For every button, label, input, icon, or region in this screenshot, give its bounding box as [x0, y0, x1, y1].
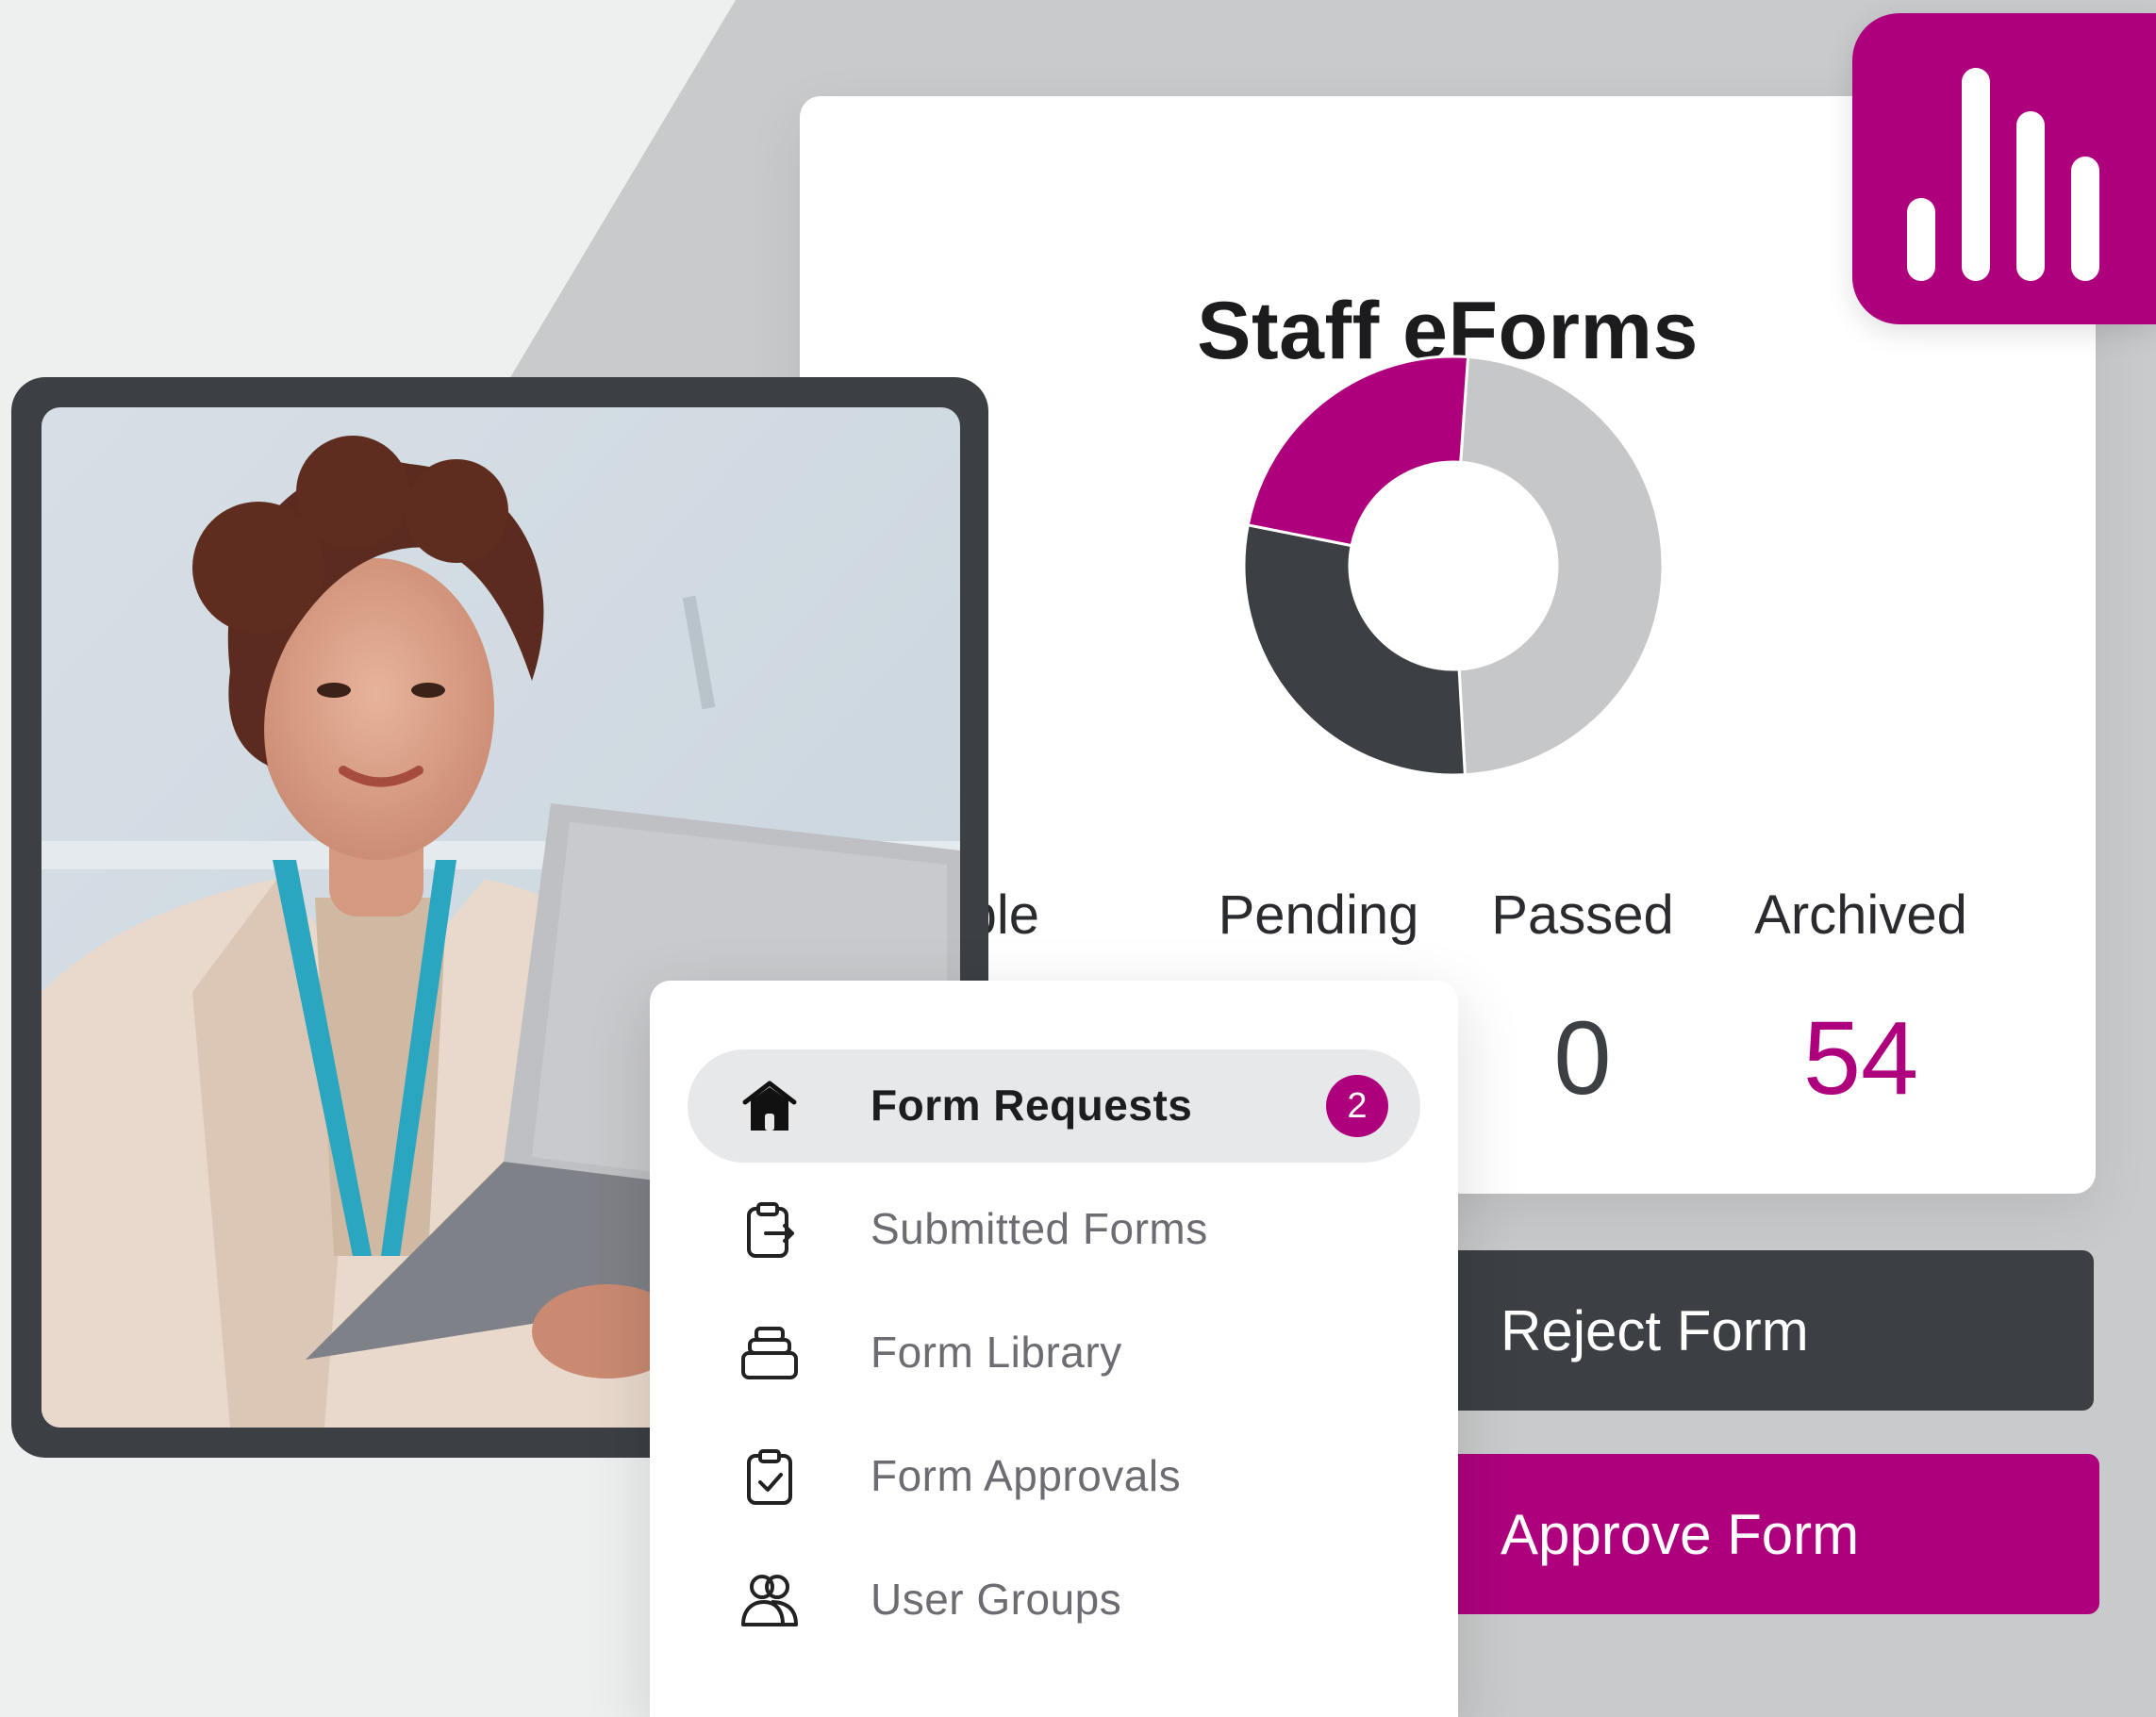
stat-passed: Passed 0 — [1460, 883, 1705, 1118]
app-logo — [1852, 13, 2156, 324]
stat-archived: Archived 54 — [1738, 883, 1983, 1118]
menu-item-form-approvals-label: Form Approvals — [871, 1451, 1182, 1500]
menu-item-form-approvals[interactable]: Form Approvals — [688, 1420, 1420, 1533]
reject-form-button[interactable]: Reject Form — [1446, 1250, 2094, 1411]
stat-archived-label: Archived — [1754, 884, 1967, 946]
approve-form-button[interactable]: Approve Form — [1446, 1454, 2099, 1614]
users-icon — [741, 1575, 798, 1626]
stat-passed-value: 0 — [1553, 1000, 1612, 1116]
menu-item-form-library-label: Form Library — [871, 1328, 1122, 1377]
menu-item-submitted-forms[interactable]: Submitted Forms — [688, 1173, 1420, 1286]
stack-icon — [741, 1327, 798, 1379]
bar-chart-icon — [1907, 68, 2099, 281]
clipboard-check-icon — [747, 1449, 792, 1505]
menu-item-user-groups[interactable]: User Groups — [688, 1544, 1420, 1657]
menu-item-form-requests-label: Form Requests — [871, 1081, 1193, 1130]
form-requests-count-badge: 2 — [1326, 1075, 1388, 1137]
donut-slice-0 — [1457, 355, 1665, 777]
home-icon — [742, 1081, 797, 1131]
menu-item-form-requests[interactable]: Form Requests 2 — [688, 1049, 1420, 1163]
stat-archived-value: 54 — [1802, 1000, 1919, 1116]
clipboard-export-icon — [747, 1202, 794, 1258]
donut-slice-2 — [1246, 355, 1470, 548]
navigation-menu: Form Requests 2 Submitted Forms Form Lib… — [650, 981, 1458, 1717]
donut-slice-1 — [1242, 523, 1467, 777]
donut-chart — [1242, 355, 1665, 777]
menu-item-submitted-forms-label: Submitted Forms — [871, 1204, 1208, 1253]
stat-passed-label: Passed — [1491, 884, 1674, 946]
menu-item-user-groups-label: User Groups — [871, 1575, 1122, 1624]
stat-pending-label: Pending — [1218, 884, 1419, 946]
menu-item-form-library[interactable]: Form Library — [688, 1296, 1420, 1410]
